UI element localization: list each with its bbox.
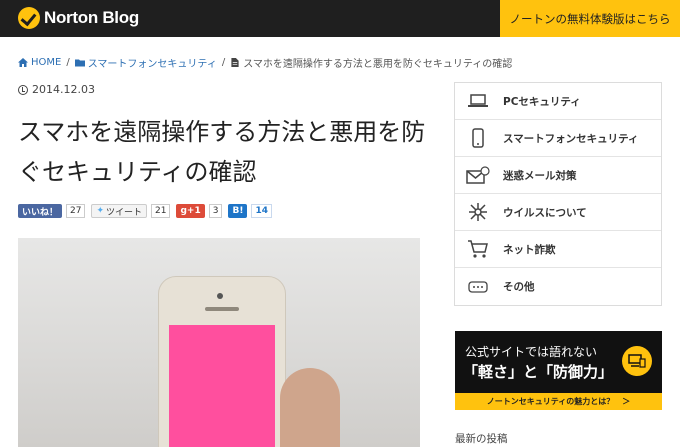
breadcrumb-home-link[interactable]: HOME [31,57,61,68]
tweet-label: ツイート [106,207,143,218]
norton-check-icon [18,7,40,29]
laptop-icon [465,90,491,112]
promo-banner-line2: 「軽さ」と「防御力」 [463,363,614,381]
article-title: スマホを遠隔操作する方法と悪用を防ぐセキュリティの確認 [18,118,426,186]
mail-icon [465,164,491,186]
post-date-text: 2014.12.03 [32,83,95,96]
breadcrumb: HOME / スマートフォンセキュリティ / スマホを遠隔操作する方法と悪用を防… [18,55,512,70]
promo-banner-line1: 公式サイトでは語れない [465,345,598,359]
sidebar-item-label: その他 [503,281,535,293]
promo-banner-link[interactable]: ノートンセキュリティの魅力とは？ ＞ [455,393,662,410]
phone-speaker [205,307,239,311]
norton-blog-logo[interactable]: Norton Blog [18,7,139,29]
breadcrumb-separator: / [66,57,70,68]
sidebar-item-online-fraud[interactable]: ネット詐欺 [455,231,661,268]
facebook-like-count: 27 [66,204,86,218]
twitter-bird-icon: ✦ [96,206,105,216]
virus-icon [465,201,491,223]
sidebar-item-label: スマートフォンセキュリティ [503,132,639,145]
document-icon [231,58,239,67]
phone-screen [169,325,275,447]
devices-icon [622,346,652,376]
google-plus-count: 3 [208,204,223,218]
breadcrumb-separator: / [221,57,226,68]
more-icon [465,276,491,298]
smartphone-icon [465,127,491,149]
sidebar-item-virus[interactable]: ウイルスについて [455,194,661,231]
sidebar-item-label: ネット詐欺 [503,243,556,256]
post-date: 2014.12.03 [18,83,95,96]
clock-icon [18,84,28,95]
smartphone-illustration [158,276,286,447]
sidebar-item-label: 迷惑メール対策 [503,169,577,182]
social-share-bar: いいね！ 27 ✦ ツイート 21 g+1 3 B! 14 [18,204,274,218]
tweet-count: 21 [151,204,171,218]
top-navigation-bar: Norton Blog ノートンの無料体験版はこちら [0,0,680,37]
featured-image [18,238,420,447]
hatena-bookmark-count: 14 [251,204,272,218]
free-trial-button[interactable]: ノートンの無料体験版はこちら [500,0,680,37]
google-plus-button[interactable]: g+1 [176,204,205,218]
sidebar-item-pc-security[interactable]: PCセキュリティ [455,83,661,120]
breadcrumb-category-link[interactable]: スマートフォンセキュリティ [88,55,217,70]
recent-posts-heading: 最新の投稿 [455,433,508,445]
sidebar-item-other[interactable]: その他 [455,268,661,305]
sidebar-item-label: ウイルスについて [503,206,587,219]
cart-icon [465,238,491,260]
logo-text: Norton Blog [44,8,139,27]
folder-icon [74,59,85,67]
hand-illustration [280,368,340,447]
sidebar-item-spam-mail[interactable]: 迷惑メール対策 [455,157,661,194]
facebook-like-button[interactable]: いいね！ [18,204,63,218]
sidebar-item-smartphone-security[interactable]: スマートフォンセキュリティ [455,120,661,157]
home-icon [18,58,28,67]
sidebar-item-label: PCセキュリティ [503,95,581,108]
promo-banner[interactable]: 公式サイトでは語れない 「軽さ」と「防御力」 ノートンセキュリティの魅力とは？ … [455,331,662,410]
category-sidebar: PCセキュリティ スマートフォンセキュリティ 迷惑メール対策 ウイルスについて … [454,82,662,306]
tweet-button[interactable]: ✦ ツイート [91,204,148,218]
phone-camera [217,293,223,299]
breadcrumb-current: スマホを遠隔操作する方法と悪用を防ぐセキュリティの確認 [243,59,513,70]
hatena-bookmark-button[interactable]: B! [228,204,248,218]
